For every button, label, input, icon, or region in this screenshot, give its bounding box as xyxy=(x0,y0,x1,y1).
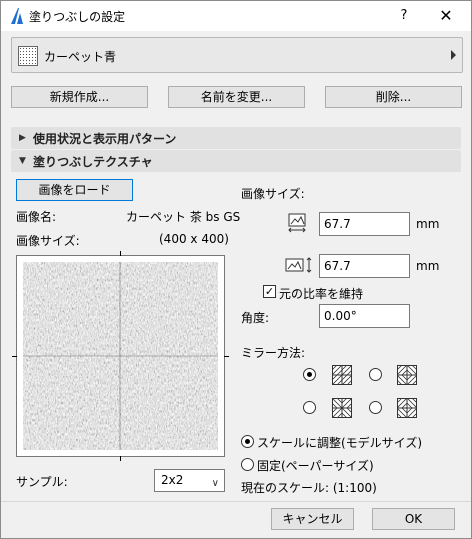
mirror-vertical-icon xyxy=(332,398,352,418)
fill-type-name: カーペット青 xyxy=(44,50,117,64)
keep-ratio-label: 元の比率を維持 xyxy=(279,287,364,301)
archicad-app-icon xyxy=(11,8,23,24)
fill-type-selector[interactable]: カーペット青 xyxy=(11,37,463,73)
footer-divider xyxy=(1,501,471,502)
mirror-none-radio[interactable] xyxy=(303,368,316,381)
scale-fit-label: スケールに調整(モデルサイズ) xyxy=(257,436,423,450)
texture-preview xyxy=(12,251,229,461)
image-size-value: (400 x 400) xyxy=(159,232,229,246)
mirror-vertical-radio[interactable] xyxy=(303,401,316,414)
image-name-label: 画像名: xyxy=(16,210,57,224)
preview-tick-top xyxy=(120,251,121,256)
help-button[interactable]: ? xyxy=(389,5,419,27)
ok-button[interactable]: OK xyxy=(372,508,455,530)
texture-section-title: 塗りつぶしテクスチャ xyxy=(33,155,153,169)
angle-label: 角度: xyxy=(241,311,270,325)
carpet-texture-image xyxy=(23,262,218,450)
mirror-horizontal-icon xyxy=(397,365,417,385)
load-image-button[interactable]: 画像をロード xyxy=(16,179,133,201)
sample-select[interactable]: 2x2 ∨ xyxy=(154,469,225,492)
height-unit: mm xyxy=(416,259,440,273)
texture-width-icon xyxy=(288,213,306,233)
mirror-none-icon xyxy=(332,365,352,385)
image-name-value: カーペット 茶 bs GS xyxy=(126,210,241,224)
scale-fit-radio[interactable] xyxy=(241,435,254,448)
angle-input[interactable]: 0.00° xyxy=(319,304,410,328)
window-title: 塗りつぶしの設定 xyxy=(29,10,126,24)
scale-fixed-label: 固定(ペーパーサイズ) xyxy=(257,459,374,473)
current-scale-label: 現在のスケール: (1:100) xyxy=(241,481,377,495)
usage-section-title: 使用状況と表示用パターン xyxy=(33,132,177,146)
delete-button[interactable]: 削除... xyxy=(325,86,462,108)
mirror-horizontal-radio[interactable] xyxy=(369,368,382,381)
mirror-both-icon xyxy=(397,398,417,418)
keep-ratio-checkbox[interactable]: ✓ xyxy=(263,285,276,298)
chevron-right-icon: ▶ xyxy=(19,133,26,143)
mirror-label: ミラー方法: xyxy=(241,346,306,360)
sample-label: サンプル: xyxy=(16,475,68,489)
title-bar: 塗りつぶしの設定 ? ✕ xyxy=(1,1,471,31)
mirror-both-radio[interactable] xyxy=(369,401,382,414)
chevron-down-icon: ∨ xyxy=(211,478,219,489)
width-unit: mm xyxy=(416,217,440,231)
sample-select-value: 2x2 xyxy=(161,473,184,487)
texture-height-icon xyxy=(285,257,312,273)
chevron-down-icon: ▼ xyxy=(19,156,26,166)
right-image-size-label: 画像サイズ: xyxy=(241,187,305,201)
preview-tick-left xyxy=(12,356,17,357)
fill-pattern-swatch xyxy=(18,46,38,66)
fill-settings-dialog: 塗りつぶしの設定 ? ✕ カーペット青 新規作成... 名前を変更... 削除.… xyxy=(0,0,472,539)
height-input[interactable]: 67.7 xyxy=(319,254,410,278)
preview-tick-right xyxy=(224,356,229,357)
image-size-label: 画像サイズ: xyxy=(16,234,80,248)
chevron-right-icon xyxy=(451,50,456,60)
new-button[interactable]: 新規作成... xyxy=(11,86,148,108)
scale-fixed-radio[interactable] xyxy=(241,458,254,471)
texture-section-header[interactable]: ▼ 塗りつぶしテクスチャ xyxy=(11,150,461,172)
rename-button[interactable]: 名前を変更... xyxy=(168,86,305,108)
close-button[interactable]: ✕ xyxy=(431,5,461,27)
cancel-button[interactable]: キャンセル xyxy=(271,508,354,530)
preview-tick-bottom xyxy=(120,456,121,461)
usage-section-header[interactable]: ▶ 使用状況と表示用パターン xyxy=(11,127,461,149)
width-input[interactable]: 67.7 xyxy=(319,212,410,236)
